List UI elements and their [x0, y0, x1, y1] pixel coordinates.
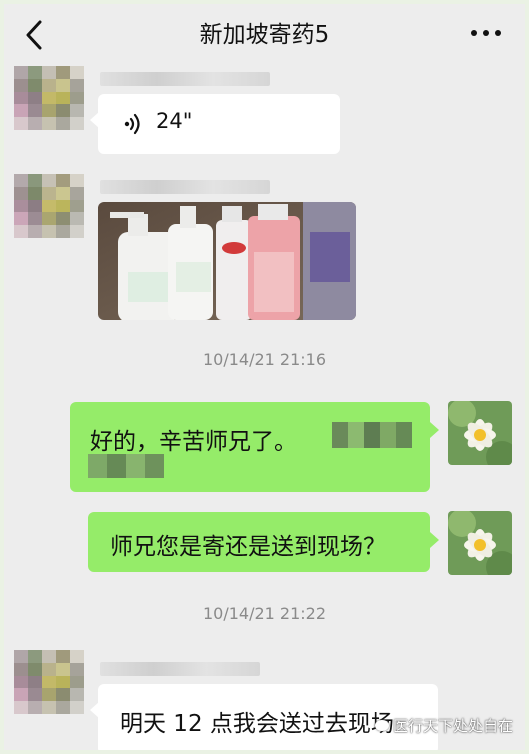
contact-avatar[interactable]: [14, 66, 84, 130]
contact-avatar[interactable]: [14, 650, 84, 714]
redacted-mosaic: [332, 422, 412, 448]
user-avatar-lotus[interactable]: [448, 511, 512, 575]
message-text: 师兄您是寄还是送到现场？: [110, 534, 386, 560]
sender-name-blurred: [100, 72, 270, 86]
message-text: 明天 12 点我会送过去现场: [120, 711, 394, 737]
message-text: 好的，辛苦师兄了。: [90, 429, 297, 455]
watermark: 医行天下处处自在: [374, 715, 513, 736]
redacted-mosaic: [88, 454, 164, 478]
chat-header: 新加坡寄药5: [4, 4, 525, 66]
voice-duration: 24": [156, 109, 193, 133]
sender-name-blurred: [100, 180, 270, 194]
voice-message-bubble[interactable]: 24": [90, 94, 340, 154]
chat-title: 新加坡寄药5: [199, 22, 330, 48]
voice-wave-icon: [124, 113, 140, 135]
contact-avatar[interactable]: [14, 174, 84, 238]
user-avatar-lotus[interactable]: [448, 401, 512, 465]
more-options-icon[interactable]: [471, 30, 501, 40]
message-timestamp: 10/14/21 21:22: [202, 604, 327, 623]
watermark-text: 医行天下处处自在: [392, 717, 513, 735]
wechat-logo-icon: [374, 720, 389, 731]
sanitizer-photo[interactable]: [98, 202, 356, 320]
outgoing-message-bubble[interactable]: 好的，辛苦师兄了。: [70, 402, 439, 492]
sender-name-blurred: [100, 662, 260, 676]
chat-window: 新加坡寄药5 24" 10/14/21 21:16 好的，辛苦师兄了。 师兄您是…: [4, 4, 525, 750]
outgoing-message-bubble[interactable]: 师兄您是寄还是送到现场？: [88, 512, 439, 572]
message-timestamp: 10/14/21 21:16: [202, 350, 327, 369]
